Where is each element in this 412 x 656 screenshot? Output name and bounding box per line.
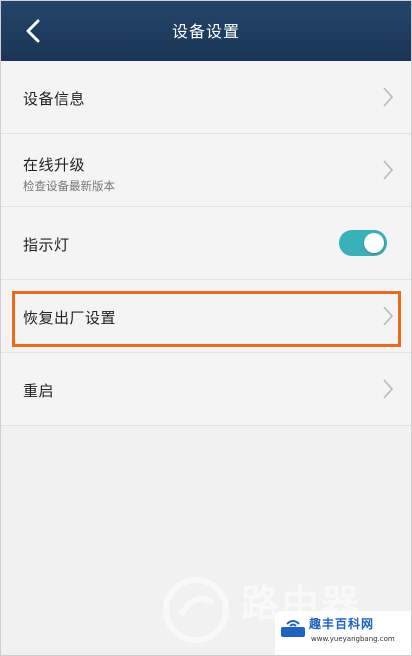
- watermark: 路由器 趣丰百科网 www.yueyangbang.com: [161, 569, 411, 655]
- site-name: 趣丰百科网: [309, 617, 375, 631]
- page-title: 设备设置: [171, 22, 240, 41]
- online-upgrade-row[interactable]: 在线升级 检查设备最新版本: [1, 134, 411, 207]
- factory-reset-label: 恢复出厂设置: [23, 309, 117, 327]
- indicator-light-label: 指示灯: [23, 236, 70, 254]
- toggle-knob: [364, 233, 384, 253]
- settings-list: 设备信息 在线升级 检查设备最新版本 指示灯 恢复出厂设置 重启: [1, 61, 411, 426]
- chevron-right-icon: [383, 379, 393, 399]
- device-info-row[interactable]: 设备信息: [1, 61, 411, 134]
- indicator-light-row: 指示灯: [1, 207, 411, 280]
- chevron-right-icon: [383, 306, 393, 326]
- chevron-right-icon: [383, 160, 393, 180]
- online-upgrade-label: 在线升级: [23, 156, 86, 174]
- site-badge: 趣丰百科网 www.yueyangbang.com: [275, 611, 411, 655]
- factory-reset-row[interactable]: 恢复出厂设置: [1, 280, 411, 353]
- router-logo-icon: [281, 620, 305, 637]
- top-bar: 设备设置: [1, 1, 411, 61]
- reboot-label: 重启: [23, 382, 55, 400]
- watermark-logo-icon: [163, 577, 229, 643]
- screen: 设备设置 设备信息 在线升级 检查设备最新版本 指示灯 恢复出厂设置 重启 路由…: [0, 0, 412, 656]
- chevron-right-icon: [383, 87, 393, 107]
- site-url: www.yueyangbang.com: [311, 635, 395, 643]
- online-upgrade-subtitle: 检查设备最新版本: [23, 179, 115, 193]
- reboot-row[interactable]: 重启: [1, 353, 411, 426]
- indicator-light-toggle[interactable]: [339, 230, 387, 256]
- device-info-label: 设备信息: [23, 90, 86, 108]
